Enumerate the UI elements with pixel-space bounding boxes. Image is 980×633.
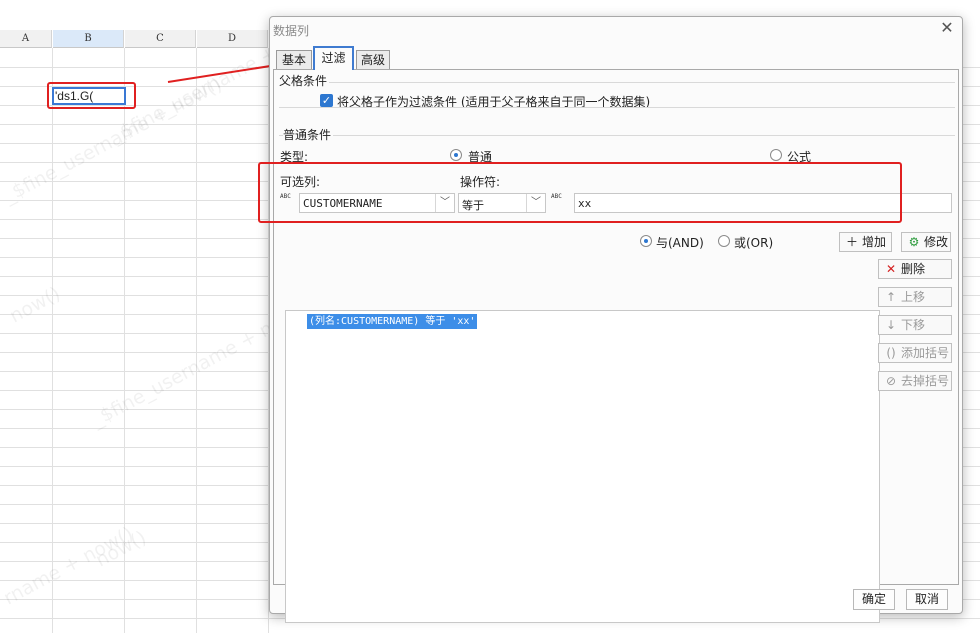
- add-condition-button[interactable]: ＋ 增加: [839, 232, 892, 252]
- plus-icon: ＋: [845, 235, 858, 249]
- bracket-add-icon: (): [886, 346, 896, 360]
- logic-or-label: 或(OR): [734, 236, 774, 250]
- watermark-text: rname + now(): [0, 522, 137, 610]
- move-down-button[interactable]: ↓ 下移: [878, 315, 952, 335]
- dialog-title: 数据列: [273, 24, 310, 38]
- add-condition-label: 增加: [862, 235, 887, 249]
- cancel-button[interactable]: 取消: [906, 589, 948, 610]
- modify-condition-label: 修改: [924, 235, 949, 249]
- parent-condition-title: 父格条件: [279, 72, 330, 89]
- type-normal-radio[interactable]: [450, 149, 462, 161]
- data-column-dialog: 数据列 ✕ 基本 高级 父格条件 ✓ 将父格子作为过滤条件 (适用于父子格来自于…: [269, 16, 963, 623]
- list-item[interactable]: (列名:CUSTOMERNAME) 等于 'xx': [307, 314, 478, 329]
- logic-or-radio[interactable]: [718, 235, 730, 247]
- type-formula-radio[interactable]: [770, 149, 782, 161]
- normal-condition-title: 普通条件: [283, 126, 334, 143]
- watermark-text: now(): [6, 282, 65, 328]
- move-up-label: 上移: [901, 290, 926, 304]
- delete-button[interactable]: ✕ 删除: [878, 259, 952, 279]
- close-icon[interactable]: ✕: [938, 19, 956, 37]
- bracket-remove-icon: ⊘: [885, 374, 897, 388]
- add-bracket-button[interactable]: () 添加括号: [878, 343, 952, 363]
- remove-bracket-label: 去掉括号: [901, 374, 950, 388]
- condition-list[interactable]: (列名:CUSTOMERNAME) 等于 'xx': [285, 310, 880, 623]
- move-up-button[interactable]: ↑ 上移: [878, 287, 952, 307]
- tab-advanced[interactable]: 高级: [356, 50, 390, 70]
- logic-and-label: 与(AND): [656, 236, 704, 250]
- parent-filter-checkbox[interactable]: ✓: [320, 94, 333, 107]
- grid-column-line: [196, 48, 197, 633]
- group-divider: [279, 135, 955, 136]
- group-divider: [279, 107, 955, 108]
- tab-filter[interactable]: 过滤: [313, 46, 354, 70]
- delete-label: 删除: [901, 262, 926, 276]
- annotation-highlight-conditions: [258, 162, 902, 223]
- ok-button[interactable]: 确定: [853, 589, 895, 610]
- remove-bracket-button[interactable]: ⊘ 去掉括号: [878, 371, 952, 391]
- delete-icon: ✕: [885, 262, 897, 276]
- logic-and-radio[interactable]: [640, 235, 652, 247]
- edit-icon: ⚙: [908, 235, 920, 249]
- modify-condition-button[interactable]: ⚙ 修改: [901, 232, 951, 252]
- arrow-down-icon: ↓: [885, 318, 897, 332]
- move-down-label: 下移: [901, 318, 926, 332]
- group-divider: [279, 82, 955, 83]
- filter-tab-panel: 父格条件 ✓ 将父格子作为过滤条件 (适用于父子格来自于同一个数据集) 普通条件…: [273, 69, 959, 623]
- tab-basic[interactable]: 基本: [276, 50, 312, 70]
- grid-column-line: [52, 48, 53, 633]
- arrow-up-icon: ↑: [885, 290, 897, 304]
- add-bracket-label: 添加括号: [901, 346, 950, 360]
